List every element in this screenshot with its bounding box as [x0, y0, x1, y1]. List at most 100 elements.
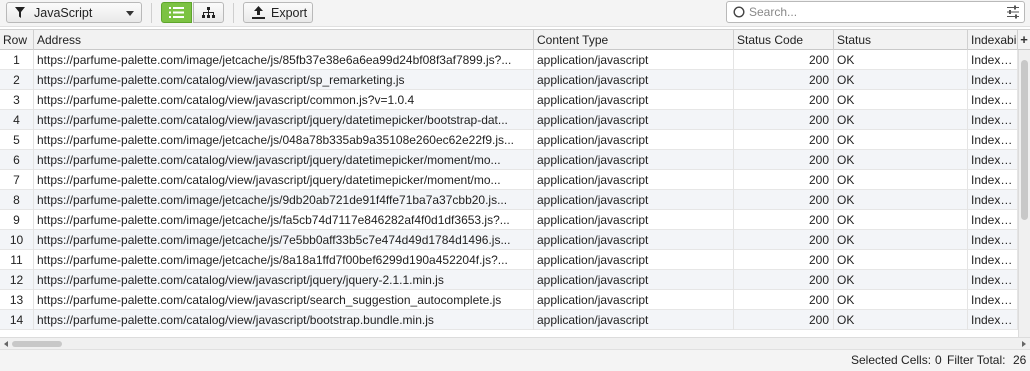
scroll-right-icon[interactable]	[1022, 341, 1026, 347]
row-number-cell[interactable]: 12	[0, 270, 34, 290]
status-code-cell[interactable]: 200	[734, 110, 834, 130]
vertical-scrollbar[interactable]	[1018, 50, 1030, 338]
indexability-cell[interactable]: Indexable	[968, 110, 1018, 130]
status-cell[interactable]: OK	[834, 70, 968, 90]
table-row[interactable]: 7 https://parfume-palette.com/catalog/vie…	[0, 170, 1018, 190]
row-number-cell[interactable]: 13	[0, 290, 34, 310]
horizontal-scroll-thumb[interactable]	[12, 341, 62, 347]
scroll-left-icon[interactable]	[4, 341, 8, 347]
row-number-cell[interactable]: 10	[0, 230, 34, 250]
row-number-cell[interactable]: 14	[0, 310, 34, 330]
status-cell[interactable]: OK	[834, 170, 968, 190]
export-button[interactable]: Export	[243, 2, 313, 23]
content-type-cell[interactable]: application/javascript	[534, 250, 734, 270]
status-code-cell[interactable]: 200	[734, 230, 834, 250]
row-number-cell[interactable]: 6	[0, 150, 34, 170]
table-row[interactable]: 9 https://parfume-palette.com/image/jetca…	[0, 210, 1018, 230]
content-type-cell[interactable]: application/javascript	[534, 150, 734, 170]
tree-view-button[interactable]	[193, 2, 224, 23]
status-code-cell[interactable]: 200	[734, 130, 834, 150]
table-row[interactable]: 1 https://parfume-palette.com/image/jetca…	[0, 50, 1018, 70]
address-cell[interactable]: https://parfume-palette.com/image/jetcac…	[34, 210, 534, 230]
status-code-cell[interactable]: 200	[734, 190, 834, 210]
address-cell[interactable]: https://parfume-palette.com/catalog/view…	[34, 290, 534, 310]
address-cell[interactable]: https://parfume-palette.com/catalog/view…	[34, 150, 534, 170]
search-input[interactable]	[749, 5, 989, 19]
column-header-status[interactable]: Status	[834, 30, 968, 50]
row-number-cell[interactable]: 4	[0, 110, 34, 130]
address-cell[interactable]: https://parfume-palette.com/image/jetcac…	[34, 130, 534, 150]
status-cell[interactable]: OK	[834, 110, 968, 130]
table-row[interactable]: 4 https://parfume-palette.com/catalog/vie…	[0, 110, 1018, 130]
table-row[interactable]: 14 https://parfume-palette.com/catalog/vi…	[0, 310, 1018, 330]
table-row[interactable]: 3 https://parfume-palette.com/catalog/vie…	[0, 90, 1018, 110]
status-code-cell[interactable]: 200	[734, 290, 834, 310]
content-type-cell[interactable]: application/javascript	[534, 110, 734, 130]
row-number-cell[interactable]: 7	[0, 170, 34, 190]
status-cell[interactable]: OK	[834, 150, 968, 170]
indexability-cell[interactable]: Indexable	[968, 130, 1018, 150]
table-row[interactable]: 2 https://parfume-palette.com/catalog/vie…	[0, 70, 1018, 90]
indexability-cell[interactable]: Indexable	[968, 290, 1018, 310]
address-cell[interactable]: https://parfume-palette.com/catalog/view…	[34, 310, 534, 330]
indexability-cell[interactable]: Indexable	[968, 150, 1018, 170]
row-number-cell[interactable]: 2	[0, 70, 34, 90]
vertical-scroll-thumb[interactable]	[1021, 60, 1028, 220]
content-type-cell[interactable]: application/javascript	[534, 290, 734, 310]
status-code-cell[interactable]: 200	[734, 90, 834, 110]
row-number-cell[interactable]: 11	[0, 250, 34, 270]
sliders-icon[interactable]	[1006, 5, 1020, 19]
content-type-cell[interactable]: application/javascript	[534, 170, 734, 190]
column-header-status-code[interactable]: Status Code	[734, 30, 834, 50]
table-row[interactable]: 11 https://parfume-palette.com/image/jetc…	[0, 250, 1018, 270]
status-cell[interactable]: OK	[834, 290, 968, 310]
table-row[interactable]: 10 https://parfume-palette.com/image/jetc…	[0, 230, 1018, 250]
content-type-cell[interactable]: application/javascript	[534, 270, 734, 290]
indexability-cell[interactable]: Indexable	[968, 250, 1018, 270]
content-type-cell[interactable]: application/javascript	[534, 230, 734, 250]
list-view-button[interactable]	[161, 2, 192, 23]
content-type-cell[interactable]: application/javascript	[534, 70, 734, 90]
status-cell[interactable]: OK	[834, 230, 968, 250]
status-cell[interactable]: OK	[834, 310, 968, 330]
row-number-cell[interactable]: 5	[0, 130, 34, 150]
status-code-cell[interactable]: 200	[734, 70, 834, 90]
indexability-cell[interactable]: Indexable	[968, 70, 1018, 90]
status-code-cell[interactable]: 200	[734, 50, 834, 70]
status-cell[interactable]: OK	[834, 50, 968, 70]
column-header-content-type[interactable]: Content Type	[534, 30, 734, 50]
indexability-cell[interactable]: Indexable	[968, 90, 1018, 110]
content-type-cell[interactable]: application/javascript	[534, 190, 734, 210]
address-cell[interactable]: https://parfume-palette.com/image/jetcac…	[34, 50, 534, 70]
content-type-cell[interactable]: application/javascript	[534, 130, 734, 150]
column-header-row[interactable]: Row	[0, 30, 34, 50]
address-cell[interactable]: https://parfume-palette.com/image/jetcac…	[34, 250, 534, 270]
status-code-cell[interactable]: 200	[734, 270, 834, 290]
status-cell[interactable]: OK	[834, 270, 968, 290]
address-cell[interactable]: https://parfume-palette.com/catalog/view…	[34, 70, 534, 90]
status-cell[interactable]: OK	[834, 90, 968, 110]
content-type-cell[interactable]: application/javascript	[534, 50, 734, 70]
indexability-cell[interactable]: Indexable	[968, 310, 1018, 330]
status-code-cell[interactable]: 200	[734, 150, 834, 170]
indexability-cell[interactable]: Indexable	[968, 230, 1018, 250]
content-type-cell[interactable]: application/javascript	[534, 210, 734, 230]
status-cell[interactable]: OK	[834, 250, 968, 270]
address-cell[interactable]: https://parfume-palette.com/catalog/view…	[34, 110, 534, 130]
table-row[interactable]: 5 https://parfume-palette.com/image/jetca…	[0, 130, 1018, 150]
status-code-cell[interactable]: 200	[734, 310, 834, 330]
table-row[interactable]: 12 https://parfume-palette.com/catalog/vi…	[0, 270, 1018, 290]
row-number-cell[interactable]: 1	[0, 50, 34, 70]
address-cell[interactable]: https://parfume-palette.com/image/jetcac…	[34, 190, 534, 210]
content-type-cell[interactable]: application/javascript	[534, 310, 734, 330]
indexability-cell[interactable]: Indexable	[968, 190, 1018, 210]
status-cell[interactable]: OK	[834, 210, 968, 230]
row-number-cell[interactable]: 9	[0, 210, 34, 230]
row-number-cell[interactable]: 8	[0, 190, 34, 210]
address-cell[interactable]: https://parfume-palette.com/image/jetcac…	[34, 230, 534, 250]
status-code-cell[interactable]: 200	[734, 170, 834, 190]
status-code-cell[interactable]: 200	[734, 210, 834, 230]
status-cell[interactable]: OK	[834, 190, 968, 210]
row-number-cell[interactable]: 3	[0, 90, 34, 110]
column-header-indexability[interactable]: Indexabil	[968, 30, 1018, 50]
